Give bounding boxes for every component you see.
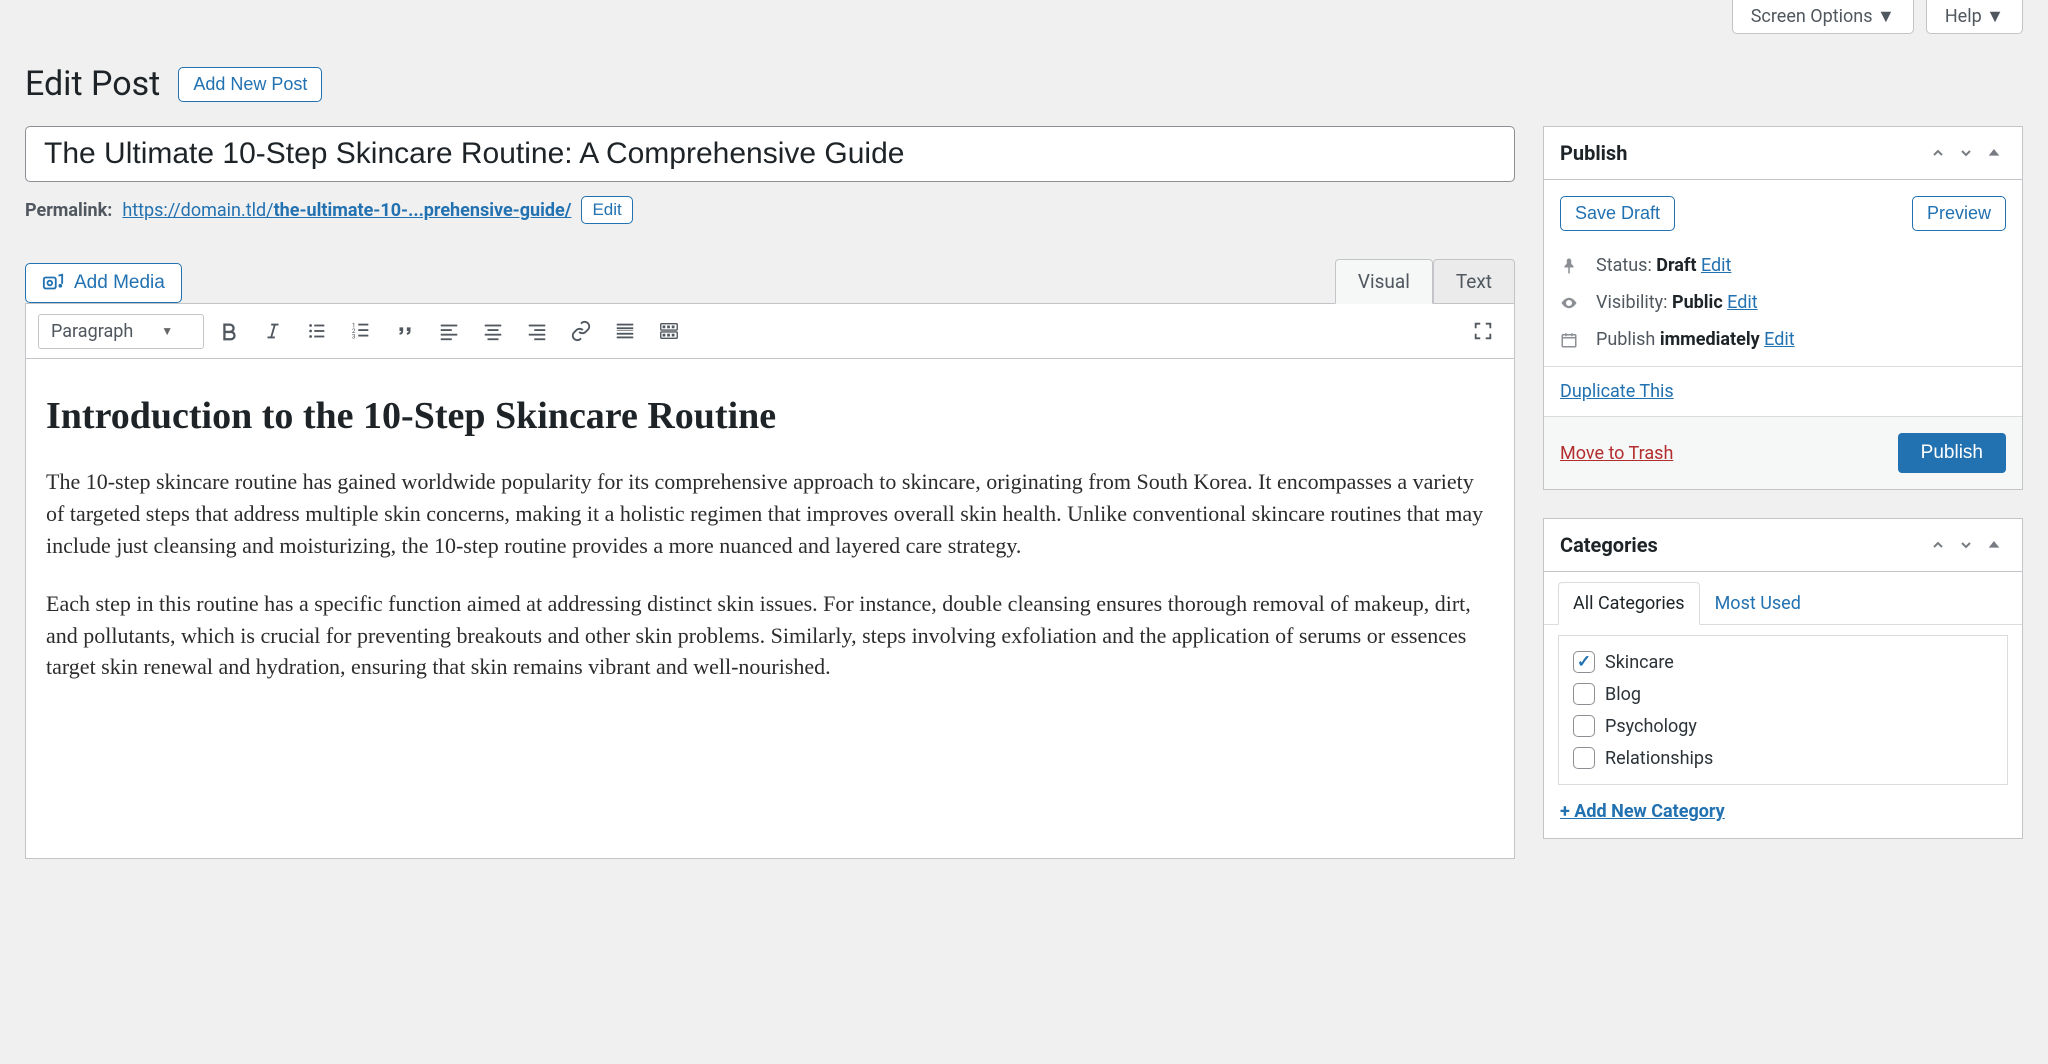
camera-music-icon: [42, 272, 64, 294]
permalink-slug: the-ultimate-10-...prehensive-guide/: [274, 200, 572, 221]
add-new-post-button[interactable]: Add New Post: [178, 67, 322, 102]
permalink-base: https://domain.tld/: [122, 200, 273, 221]
editor-content-area[interactable]: Introduction to the 10-Step Skincare Rou…: [25, 359, 1515, 859]
edit-permalink-button[interactable]: Edit: [581, 196, 632, 224]
tab-text[interactable]: Text: [1433, 259, 1515, 304]
screen-options-label: Screen Options: [1751, 6, 1873, 27]
collapse-up-icon[interactable]: [1982, 533, 2006, 557]
move-up-icon[interactable]: [1926, 533, 1950, 557]
svg-text:3: 3: [352, 332, 356, 340]
calendar-icon: [1560, 331, 1582, 349]
help-tab[interactable]: Help ▼: [1926, 0, 2023, 34]
category-label: Psychology: [1605, 716, 1697, 737]
move-down-icon[interactable]: [1954, 533, 1978, 557]
add-media-label: Add Media: [74, 272, 165, 294]
caret-down-icon: ▼: [1986, 6, 2004, 27]
category-label: Relationships: [1605, 748, 1713, 769]
italic-button[interactable]: [254, 312, 292, 350]
toolbar-toggle-button[interactable]: [650, 312, 688, 350]
eye-icon: [1560, 294, 1582, 312]
move-down-icon[interactable]: [1954, 141, 1978, 165]
post-title-input[interactable]: [25, 126, 1515, 182]
align-right-button[interactable]: [518, 312, 556, 350]
help-label: Help: [1945, 6, 1982, 27]
category-item[interactable]: Relationships: [1569, 742, 1997, 774]
duplicate-link[interactable]: Duplicate This: [1560, 381, 1674, 402]
format-select-value: Paragraph: [51, 321, 133, 342]
checkbox-icon[interactable]: [1573, 683, 1595, 705]
add-new-category-link[interactable]: + Add New Category: [1560, 801, 1725, 822]
save-draft-button[interactable]: Save Draft: [1560, 196, 1675, 231]
checkbox-checked-icon[interactable]: [1573, 651, 1595, 673]
move-up-icon[interactable]: [1926, 141, 1950, 165]
edit-schedule-link[interactable]: Edit: [1764, 329, 1794, 350]
read-more-button[interactable]: [606, 312, 644, 350]
category-item[interactable]: Psychology: [1569, 710, 1997, 742]
editor-toolbar: Paragraph ▼ 123: [25, 303, 1515, 359]
link-button[interactable]: [562, 312, 600, 350]
tab-all-categories[interactable]: All Categories: [1558, 582, 1700, 625]
pin-icon: [1560, 257, 1582, 275]
tab-most-used[interactable]: Most Used: [1700, 582, 1816, 625]
checkbox-icon[interactable]: [1573, 715, 1595, 737]
align-center-button[interactable]: [474, 312, 512, 350]
category-label: Skincare: [1605, 652, 1674, 673]
bullet-list-button[interactable]: [298, 312, 336, 350]
page-title: Edit Post: [25, 64, 160, 104]
numbered-list-button[interactable]: 123: [342, 312, 380, 350]
status-label: Status:: [1596, 255, 1652, 276]
content-heading: Introduction to the 10-Step Skincare Rou…: [46, 394, 1494, 438]
publish-button[interactable]: Publish: [1898, 433, 2006, 473]
format-select[interactable]: Paragraph ▼: [38, 314, 204, 349]
content-paragraph: Each step in this routine has a specific…: [46, 588, 1494, 684]
category-label: Blog: [1605, 684, 1641, 705]
caret-down-icon: ▼: [161, 324, 173, 338]
align-left-button[interactable]: [430, 312, 468, 350]
content-paragraph: The 10-step skincare routine has gained …: [46, 466, 1494, 562]
visibility-value: Public: [1672, 292, 1723, 313]
schedule-label: Publish: [1596, 329, 1655, 350]
add-media-button[interactable]: Add Media: [25, 263, 182, 303]
categories-box-title: Categories: [1560, 533, 1658, 557]
publish-box-title: Publish: [1560, 141, 1627, 165]
move-to-trash-link[interactable]: Move to Trash: [1560, 443, 1673, 464]
blockquote-button[interactable]: [386, 312, 424, 350]
preview-button[interactable]: Preview: [1912, 196, 2006, 231]
visibility-label: Visibility:: [1596, 292, 1668, 313]
edit-visibility-link[interactable]: Edit: [1727, 292, 1757, 313]
checkbox-icon[interactable]: [1573, 747, 1595, 769]
permalink-link[interactable]: https://domain.tld/the-ultimate-10-...pr…: [122, 200, 571, 221]
permalink-label: Permalink:: [25, 200, 112, 221]
category-item[interactable]: Blog: [1569, 678, 1997, 710]
categories-postbox: Categories All Categories Most Used Skin…: [1543, 518, 2023, 839]
schedule-value: immediately: [1660, 329, 1760, 350]
bold-button[interactable]: [210, 312, 248, 350]
caret-down-icon: ▼: [1877, 6, 1895, 27]
screen-options-tab[interactable]: Screen Options ▼: [1732, 0, 1914, 34]
publish-postbox: Publish Save Draft Preview Status: Draft…: [1543, 126, 2023, 490]
collapse-up-icon[interactable]: [1982, 141, 2006, 165]
category-item[interactable]: Skincare: [1569, 646, 1997, 678]
status-value: Draft: [1656, 255, 1696, 276]
category-list: Skincare Blog Psychology Relationships: [1558, 635, 2008, 785]
edit-status-link[interactable]: Edit: [1701, 255, 1731, 276]
tab-visual[interactable]: Visual: [1335, 259, 1433, 304]
fullscreen-button[interactable]: [1464, 312, 1502, 350]
